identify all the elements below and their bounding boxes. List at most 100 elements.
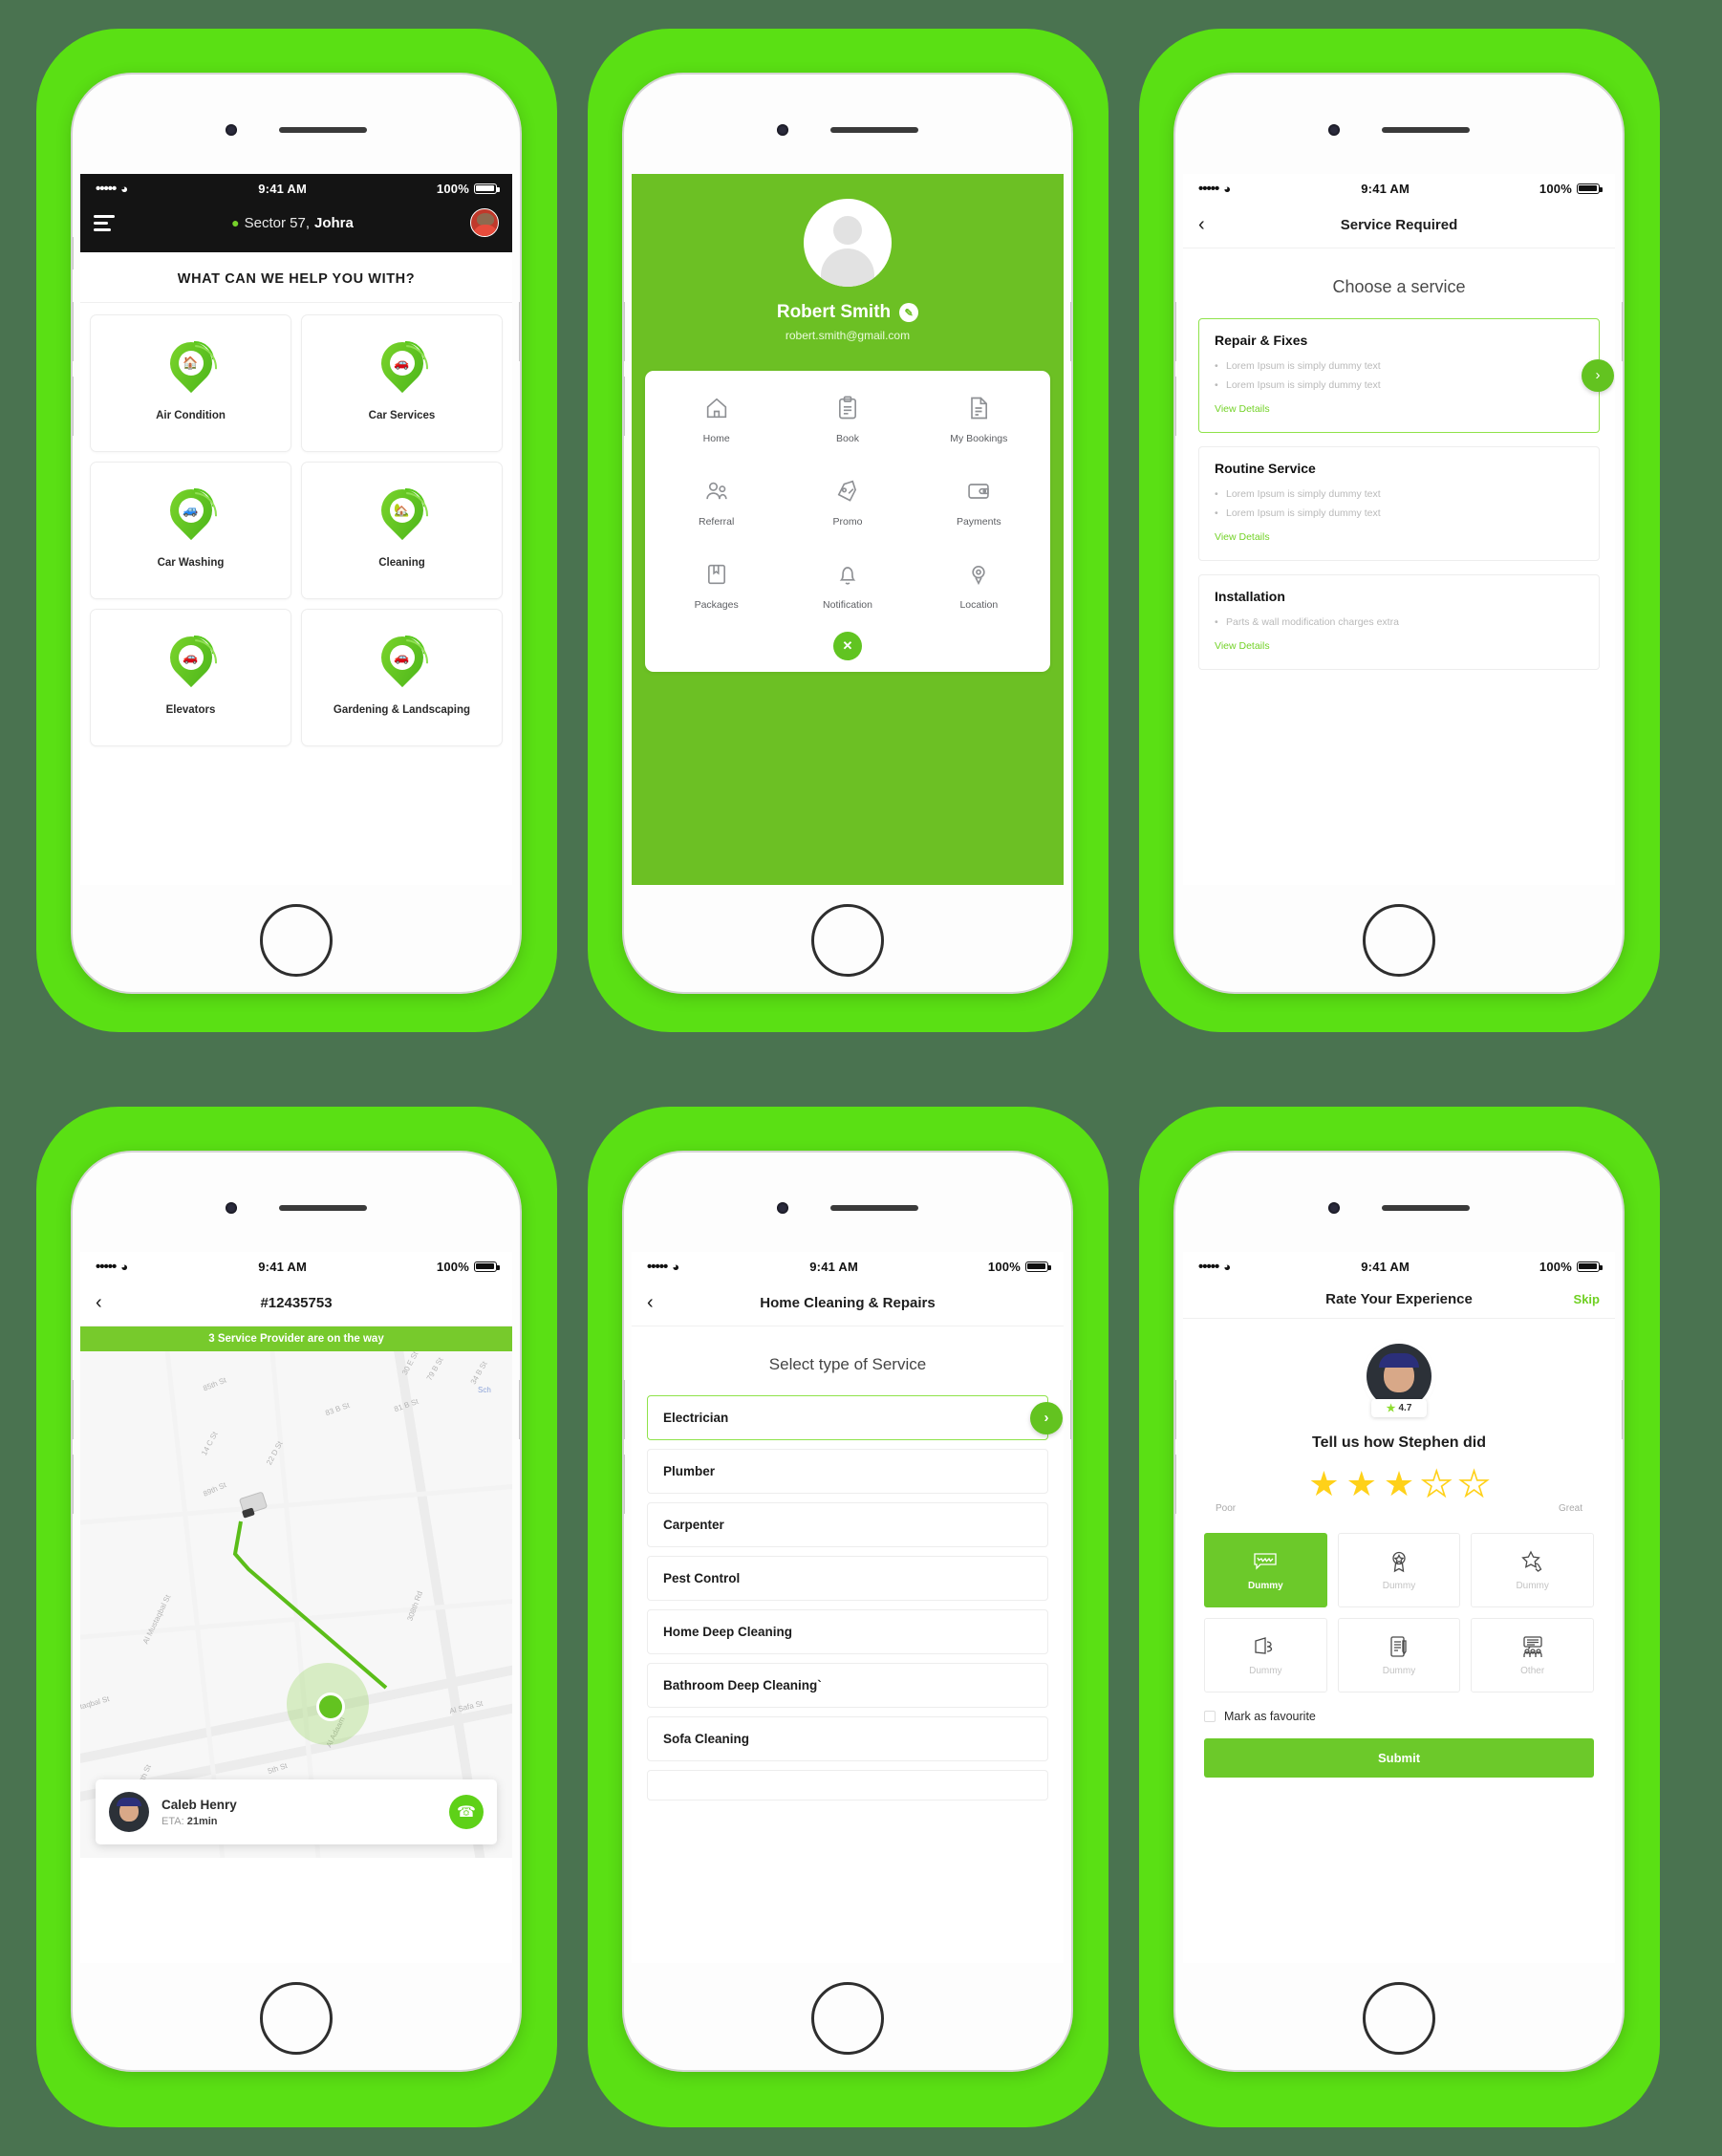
scale-high-label: Great [1558, 1503, 1582, 1514]
front-camera-icon [1328, 1202, 1340, 1214]
list-item-partial[interactable] [647, 1770, 1048, 1800]
volume-down-button[interactable] [1175, 377, 1176, 436]
avatar[interactable] [470, 208, 499, 237]
home-button[interactable] [260, 904, 333, 977]
battery-icon [473, 183, 500, 194]
location-selector[interactable]: ● Sector 57, Johra [115, 215, 470, 231]
hamburger-icon[interactable] [94, 214, 115, 231]
phone-icon[interactable]: ☎ [449, 1795, 484, 1829]
home-button[interactable] [811, 904, 884, 977]
volume-down-button[interactable] [624, 377, 625, 436]
navbar: ‹ #12435753 [80, 1281, 512, 1326]
volume-down-button[interactable] [1175, 1455, 1176, 1514]
feedback-tile-5[interactable]: Dummy [1337, 1618, 1461, 1692]
home-button[interactable] [260, 1982, 333, 2055]
view-details-link[interactable]: View Details [1215, 531, 1270, 543]
driver-card[interactable]: Caleb Henry ETA: 21min ☎ [96, 1779, 497, 1844]
power-button[interactable] [1070, 1380, 1071, 1439]
power-button[interactable] [1070, 302, 1071, 361]
volume-down-button[interactable] [624, 1455, 625, 1514]
favourite-checkbox[interactable] [1204, 1711, 1216, 1722]
feedback-tile-3[interactable]: Dummy [1471, 1533, 1594, 1607]
chevron-left-icon[interactable]: ‹ [96, 1292, 117, 1314]
battery-percent: 100% [1539, 181, 1572, 196]
power-button[interactable] [1622, 302, 1623, 361]
menu-item-notification[interactable]: Notification [782, 560, 913, 611]
star-2-icon[interactable]: ★ [1346, 1467, 1377, 1501]
list-item-sofa-cleaning[interactable]: Sofa Cleaning [647, 1716, 1048, 1761]
signal-dots: ••••• [96, 180, 117, 197]
list-item-bathroom-deep-cleaning[interactable]: Bathroom Deep Cleaning` [647, 1663, 1048, 1708]
volume-up-button[interactable] [624, 1380, 625, 1439]
feedback-tile-2[interactable]: Dummy [1337, 1533, 1461, 1607]
power-button[interactable] [519, 302, 520, 361]
feedback-tile-1[interactable]: Dummy [1204, 1533, 1327, 1607]
chevron-left-icon[interactable]: ‹ [1198, 214, 1219, 236]
feedback-tile-4[interactable]: Dummy [1204, 1618, 1327, 1692]
power-button[interactable] [1622, 1380, 1623, 1439]
view-details-link[interactable]: View Details [1215, 403, 1270, 415]
home-button[interactable] [811, 1982, 884, 2055]
list-item-electrician[interactable]: Electrician › [647, 1395, 1063, 1440]
menu-item-payments[interactable]: Payments [914, 477, 1044, 528]
map-view[interactable]: 85th St 14 C St 89th St 22 D St 83 B St … [80, 1351, 512, 1858]
home-button[interactable] [1363, 904, 1435, 977]
service-card-installation[interactable]: Installation Parts & wall modification c… [1198, 573, 1600, 670]
service-label: Air Condition [156, 410, 226, 422]
chevron-right-icon[interactable]: › [1582, 358, 1614, 392]
profile-placeholder-avatar[interactable] [804, 199, 892, 287]
menu-item-my-bookings[interactable]: My Bookings [914, 394, 1044, 444]
menu-label: Location [959, 599, 999, 611]
service-card-air-condition[interactable]: 🏠 Air Condition [90, 314, 291, 452]
service-card-gardening[interactable]: 🚗 Gardening & Landscaping [301, 609, 503, 746]
submit-button[interactable]: Submit [1204, 1738, 1594, 1778]
service-card-car-washing[interactable]: 🚙 Car Washing [90, 462, 291, 599]
volume-up-button[interactable] [73, 1380, 74, 1439]
favourite-row[interactable]: Mark as favourite [1183, 1692, 1615, 1723]
service-card-routine-service[interactable]: Routine Service Lorem Ipsum is simply du… [1198, 445, 1600, 561]
star-4-icon[interactable]: ★ [1420, 1466, 1453, 1502]
skip-button[interactable]: Skip [1574, 1292, 1600, 1306]
menu-item-book[interactable]: Book [782, 394, 913, 444]
chevron-left-icon[interactable]: ‹ [647, 1292, 668, 1314]
feedback-tile-6[interactable]: Other [1471, 1618, 1594, 1692]
gardening-icon: 🚗 [372, 627, 438, 696]
star-rating-control[interactable]: ★ ★ ★ ★ ★ [1183, 1466, 1615, 1502]
volume-down-button[interactable] [73, 377, 74, 436]
service-card-elevators[interactable]: 🚗 Elevators [90, 609, 291, 746]
scale-low-label: Poor [1216, 1503, 1237, 1514]
bullet: Lorem Ipsum is simply dummy text [1215, 357, 1583, 377]
power-button[interactable] [519, 1380, 520, 1439]
menu-item-referral[interactable]: Referral [651, 477, 782, 528]
volume-up-button[interactable] [1175, 1380, 1176, 1439]
star-1-icon[interactable]: ★ [1308, 1467, 1339, 1501]
home-button[interactable] [1363, 1982, 1435, 2055]
service-card-repair-fixes[interactable]: Repair & Fixes Lorem Ipsum is simply dum… [1198, 318, 1614, 433]
volume-down-button[interactable] [73, 1455, 74, 1514]
navbar: ‹ Service Required [1183, 203, 1615, 248]
volume-up-button[interactable] [1175, 302, 1176, 361]
volume-up-button[interactable] [73, 302, 74, 361]
menu-label: Notification [823, 599, 872, 611]
star-3-icon[interactable]: ★ [1384, 1467, 1414, 1501]
close-icon[interactable]: ✕ [833, 632, 862, 660]
menu-item-packages[interactable]: Packages [651, 560, 782, 611]
volume-up-button[interactable] [624, 302, 625, 361]
list-item-pest-control[interactable]: Pest Control [647, 1556, 1048, 1601]
edit-pencil-icon[interactable]: ✎ [899, 303, 919, 322]
menu-item-location[interactable]: Location [914, 560, 1044, 611]
view-details-link[interactable]: View Details [1215, 640, 1270, 652]
star-5-icon[interactable]: ★ [1458, 1466, 1491, 1502]
provider-rating-badge: ★ 4.7 [1371, 1399, 1427, 1417]
service-card-car-services[interactable]: 🚗 Car Services [301, 314, 503, 452]
menu-item-home[interactable]: Home [651, 394, 782, 444]
chevron-right-icon[interactable]: › [1030, 1401, 1063, 1434]
list-item-carpenter[interactable]: Carpenter [647, 1502, 1048, 1547]
list-item-home-deep-cleaning[interactable]: Home Deep Cleaning [647, 1609, 1048, 1654]
star-icon: ★ [1386, 1403, 1396, 1414]
menu-item-promo[interactable]: Promo [782, 477, 913, 528]
list-item-plumber[interactable]: Plumber [647, 1449, 1048, 1494]
mute-switch[interactable] [73, 237, 74, 270]
wifi-icon: ◕ [120, 1259, 129, 1274]
service-card-cleaning[interactable]: 🏡 Cleaning [301, 462, 503, 599]
